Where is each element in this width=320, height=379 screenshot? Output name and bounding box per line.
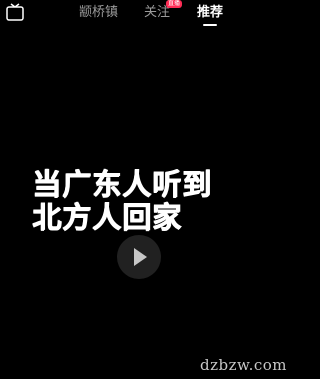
feed-tabs: 颛桥镇 关注 推荐 [0,5,273,29]
tab-local[interactable]: 颛桥镇 [79,5,118,21]
tab-recommended[interactable]: 推荐 [197,5,223,21]
live-badge: 直播 [166,0,183,8]
tab-following[interactable]: 关注 [144,5,170,21]
active-tab-indicator [203,24,217,26]
caption-line: 当广东人听到 [32,167,213,201]
watermark: dzbzw.com [200,356,287,374]
top-bar: 颛桥镇 关注 推荐 直播 [0,0,273,30]
video-caption: 当广东人听到 北方人回家 [32,168,272,234]
caption-line: 北方人回家 [32,200,183,234]
play-button[interactable] [117,235,161,279]
play-icon [134,248,147,266]
